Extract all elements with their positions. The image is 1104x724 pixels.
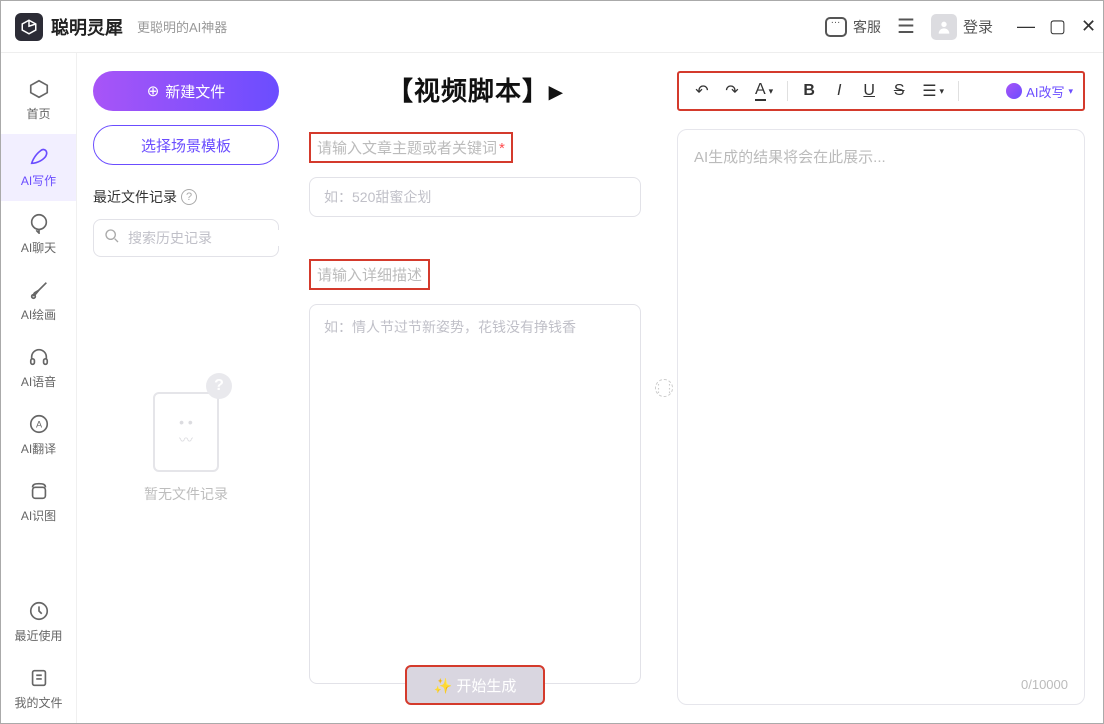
- nav-ai-translate[interactable]: A AI翻译: [1, 402, 76, 469]
- search-input[interactable]: [128, 230, 309, 246]
- choose-template-button[interactable]: 选择场景模板: [93, 125, 279, 165]
- titlebar: 聪明灵犀 更聪明的AI神器 客服 ☰ 登录 — ▢ ✕: [1, 1, 1103, 53]
- bold-button[interactable]: B: [796, 78, 822, 104]
- nav-label: AI翻译: [21, 440, 56, 457]
- nav-label: AI写作: [21, 172, 56, 189]
- left-panel: ⊕ 新建文件 选择场景模板 最近文件记录 ? • •〰 ? 暂无文件记录: [77, 53, 295, 723]
- app-name: 聪明灵犀: [51, 14, 123, 40]
- pen-icon: [27, 144, 51, 168]
- script-title-dropdown[interactable]: 【视频脚本】▸: [309, 71, 641, 108]
- help-icon[interactable]: ?: [181, 189, 197, 205]
- right-panel: ↶ ↷ A▾ B I U S ☰▾ AI改写▾ AI生成的结果将会在此展示...…: [673, 53, 1103, 723]
- nav-label: AI语音: [21, 373, 56, 390]
- login-label: 登录: [963, 16, 993, 37]
- nav-label: 最近使用: [14, 627, 62, 644]
- underline-button[interactable]: U: [856, 78, 882, 104]
- hamburger-icon[interactable]: ☰: [897, 14, 915, 39]
- topic-input[interactable]: [309, 177, 641, 217]
- divider-handle[interactable]: ⋮⋮: [655, 379, 673, 397]
- app-subtitle: 更聪明的AI神器: [137, 17, 227, 36]
- maximize-button[interactable]: ▢: [1041, 16, 1057, 37]
- nav-recent[interactable]: 最近使用: [1, 589, 76, 656]
- sidebar: 首页 AI写作 AI聊天 AI绘画 AI语音 A AI翻译 AI识图: [1, 53, 77, 723]
- login-button[interactable]: 登录: [931, 14, 993, 40]
- sparkle-icon: [1006, 83, 1022, 99]
- topic-field-label: 请输入文章主题或者关键词*: [309, 132, 513, 163]
- file-icon: [27, 666, 51, 690]
- redo-button[interactable]: ↷: [719, 78, 745, 104]
- char-count: 0/10000: [1021, 677, 1068, 692]
- svg-text:A: A: [35, 420, 42, 430]
- output-area[interactable]: AI生成的结果将会在此展示... 0/10000: [677, 129, 1085, 705]
- nav-ai-voice[interactable]: AI语音: [1, 335, 76, 402]
- ai-rewrite-button[interactable]: AI改写▾: [1006, 82, 1073, 101]
- nav-label: 首页: [26, 105, 50, 122]
- new-file-label: 新建文件: [165, 81, 225, 102]
- nav-label: AI识图: [21, 507, 56, 524]
- nav-label: AI绘画: [21, 306, 56, 323]
- headphone-icon: [27, 345, 51, 369]
- kefu-label: 客服: [853, 17, 881, 37]
- generate-button[interactable]: ✨ 开始生成: [405, 665, 545, 705]
- plus-icon: ⊕: [147, 82, 160, 100]
- font-color-button[interactable]: A▾: [749, 78, 779, 104]
- editor-toolbar: ↶ ↷ A▾ B I U S ☰▾ AI改写▾: [677, 71, 1085, 111]
- kefu-button[interactable]: 客服: [825, 17, 881, 37]
- output-placeholder: AI生成的结果将会在此展示...: [694, 146, 1068, 167]
- center-panel: 【视频脚本】▸ 请输入文章主题或者关键词* 请输入详细描述 ✨ 开始生成: [295, 53, 655, 723]
- nav-label: AI聊天: [21, 239, 56, 256]
- search-box[interactable]: [93, 219, 279, 257]
- main: 首页 AI写作 AI聊天 AI绘画 AI语音 A AI翻译 AI识图: [1, 53, 1103, 723]
- empty-illustration: • •〰 ?: [146, 377, 226, 472]
- undo-button[interactable]: ↶: [689, 78, 715, 104]
- nav-ai-chat[interactable]: AI聊天: [1, 201, 76, 268]
- translate-icon: A: [27, 412, 51, 436]
- image-icon: [27, 479, 51, 503]
- search-icon: [104, 228, 120, 249]
- hexagon-icon: [27, 77, 51, 101]
- app-logo: 聪明灵犀: [15, 13, 123, 41]
- nav-my-files[interactable]: 我的文件: [1, 656, 76, 723]
- chat-bubble-icon: [27, 211, 51, 235]
- nav-home[interactable]: 首页: [1, 67, 76, 134]
- align-button[interactable]: ☰▾: [916, 78, 950, 104]
- titlebar-right: 客服 ☰ 登录 — ▢ ✕: [825, 14, 1089, 40]
- italic-button[interactable]: I: [826, 78, 852, 104]
- nav-ai-image[interactable]: AI识图: [1, 469, 76, 536]
- chat-icon: [825, 17, 847, 37]
- recent-files-heading: 最近文件记录 ?: [93, 187, 279, 207]
- empty-state: • •〰 ? 暂无文件记录: [93, 377, 279, 504]
- desc-field-label: 请输入详细描述: [309, 259, 430, 290]
- empty-text: 暂无文件记录: [144, 484, 228, 504]
- clock-icon: [27, 599, 51, 623]
- avatar-icon: [931, 14, 957, 40]
- minimize-button[interactable]: —: [1009, 16, 1025, 37]
- nav-ai-draw[interactable]: AI绘画: [1, 268, 76, 335]
- brush-icon: [27, 278, 51, 302]
- choose-template-label: 选择场景模板: [141, 135, 231, 156]
- logo-icon: [15, 13, 43, 41]
- nav-ai-writing[interactable]: AI写作: [1, 134, 76, 201]
- desc-textarea[interactable]: [309, 304, 641, 684]
- new-file-button[interactable]: ⊕ 新建文件: [93, 71, 279, 111]
- close-button[interactable]: ✕: [1073, 16, 1089, 37]
- panel-divider: ⋮⋮: [655, 53, 673, 723]
- strikethrough-button[interactable]: S: [886, 78, 912, 104]
- nav-label: 我的文件: [14, 694, 62, 711]
